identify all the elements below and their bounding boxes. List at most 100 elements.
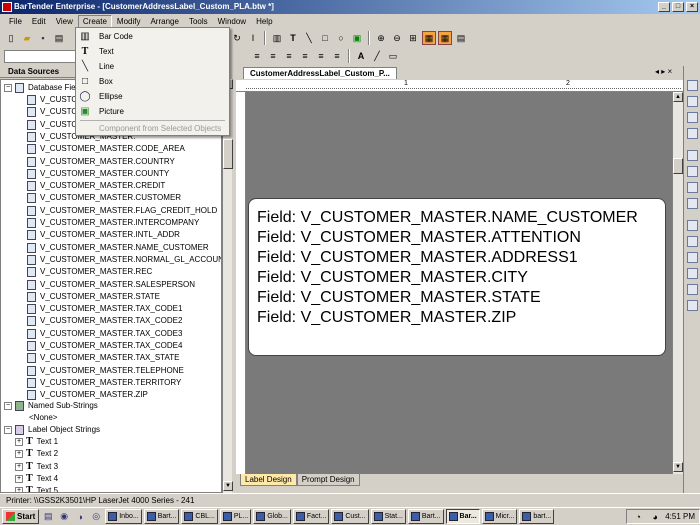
tree-text-item[interactable]: + T Text 5 bbox=[15, 485, 58, 492]
align-tool-icon[interactable] bbox=[687, 128, 698, 139]
align-tool-icon[interactable] bbox=[687, 96, 698, 107]
menu-item-picture[interactable]: ▣ Picture bbox=[76, 104, 229, 119]
menu-help[interactable]: Help bbox=[251, 15, 277, 28]
menu-tools[interactable]: Tools bbox=[184, 15, 213, 28]
tree-scrollbar[interactable]: ▲ ▼ bbox=[222, 79, 233, 493]
align-tool-icon[interactable] bbox=[687, 182, 698, 193]
align-tool-icon[interactable] bbox=[687, 284, 698, 295]
tree-database-fields[interactable]: − Database Fields bbox=[4, 82, 86, 94]
barcode-tool-icon[interactable]: ▥ bbox=[270, 31, 284, 45]
align-tool-icon[interactable] bbox=[687, 112, 698, 123]
tree-none-item[interactable]: <None> bbox=[29, 412, 57, 424]
align-tool-icon[interactable] bbox=[687, 300, 698, 311]
taskbar-button[interactable]: PL... bbox=[219, 509, 252, 524]
menu-item-ellipse[interactable]: ◯ Ellipse bbox=[76, 89, 229, 104]
menu-modify[interactable]: Modify bbox=[112, 15, 146, 28]
line-color-icon[interactable]: ╱ bbox=[370, 49, 384, 63]
expand-icon[interactable]: + bbox=[15, 462, 23, 471]
tree-field-item[interactable]: V_CUSTO bbox=[27, 94, 78, 106]
taskbar-button[interactable]: Micr... bbox=[481, 509, 518, 524]
taskbar-button[interactable]: Inbo... bbox=[105, 509, 142, 524]
collapse-icon[interactable]: − bbox=[4, 402, 12, 410]
zoom-fit-icon[interactable]: ⊞ bbox=[406, 31, 420, 45]
tree-field-item[interactable]: V_CUSTOMER_MASTER.CODE_AREA bbox=[27, 143, 185, 155]
taskbar-button[interactable]: CBL... bbox=[181, 509, 218, 524]
tree-field-item[interactable]: V_CUSTO bbox=[27, 106, 78, 118]
tree-field-item[interactable]: V_CUSTOMER_MASTER.NORMAL_GL_ACCOUNT bbox=[27, 254, 221, 266]
tree-field-item[interactable]: V_CUSTOMER_MASTER.TELEPHONE bbox=[27, 365, 184, 377]
scroll-up-icon[interactable]: ▲ bbox=[673, 92, 683, 102]
tray-icon[interactable]: ◕ bbox=[648, 510, 662, 524]
label-design-area[interactable]: Field: V_CUSTOMER_MASTER.NAME_CUSTOMER F… bbox=[248, 198, 666, 356]
menu-arrange[interactable]: Arrange bbox=[145, 15, 183, 28]
menu-item-line[interactable]: ╲ Line bbox=[76, 59, 229, 74]
close-button[interactable]: × bbox=[686, 2, 698, 12]
open-folder-icon[interactable]: ▰ bbox=[20, 31, 34, 45]
align-tool-icon[interactable] bbox=[687, 166, 698, 177]
tree-field-item[interactable]: V_CUSTOMER_MASTER.CREDIT bbox=[27, 180, 165, 192]
collapse-icon[interactable]: − bbox=[4, 426, 12, 434]
taskbar-button[interactable]: Bar... bbox=[445, 509, 480, 524]
expand-icon[interactable]: + bbox=[15, 450, 23, 459]
menu-item-box[interactable]: □ Box bbox=[76, 74, 229, 89]
ellipse-tool-icon[interactable]: ○ bbox=[334, 31, 348, 45]
align-center-icon[interactable]: ≡ bbox=[266, 49, 280, 63]
taskbar-button[interactable]: Bart... bbox=[143, 509, 180, 524]
canvas-scrollbar[interactable]: ▲ ▼ bbox=[672, 92, 683, 474]
label-field-name-customer[interactable]: Field: V_CUSTOMER_MASTER.NAME_CUSTOMER bbox=[257, 208, 638, 228]
label-field-attention[interactable]: Field: V_CUSTOMER_MASTER.ATTENTION bbox=[257, 228, 581, 248]
tree-field-item[interactable]: V_CUSTOMER_MASTER.CUSTOMER bbox=[27, 192, 181, 204]
taskbar-button[interactable]: Bart... bbox=[407, 509, 444, 524]
tree-field-item[interactable]: V_CUSTOMER_MASTER.STATE bbox=[27, 291, 160, 303]
tree-field-item[interactable]: V_CUSTOMER_MASTER.TAX_CODE3 bbox=[27, 328, 182, 340]
tree-named-substrings[interactable]: − Named Sub-Strings bbox=[4, 400, 98, 412]
cursor-icon[interactable]: I bbox=[246, 31, 260, 45]
tree-label-object-strings[interactable]: − Label Object Strings bbox=[4, 424, 100, 436]
label-field-city[interactable]: Field: V_CUSTOMER_MASTER.CITY bbox=[257, 268, 528, 288]
tree-text-item[interactable]: + T Text 2 bbox=[15, 448, 58, 460]
tab-nav-icons[interactable]: ◂ ▸ × bbox=[655, 67, 672, 76]
scroll-down-icon[interactable]: ▼ bbox=[223, 481, 233, 491]
align-top-icon[interactable]: ≡ bbox=[314, 49, 328, 63]
menu-file[interactable]: File bbox=[4, 15, 27, 28]
label-field-address1[interactable]: Field: V_CUSTOMER_MASTER.ADDRESS1 bbox=[257, 248, 578, 268]
zoom-out-icon[interactable]: ⊖ bbox=[390, 31, 404, 45]
align-tool-icon[interactable] bbox=[687, 150, 698, 161]
tree-field-item[interactable]: V_CUSTOMER_MASTER.FLAG_CREDIT_HOLD bbox=[27, 205, 217, 217]
tree-field-item[interactable]: V_CUSTOMER_MASTER.NAME_CUSTOMER bbox=[27, 242, 209, 254]
printer-tool-icon[interactable]: ▤ bbox=[454, 31, 468, 45]
tree-field-item[interactable]: V_CUSTOMER_MASTER.TAX_CODE1 bbox=[27, 303, 182, 315]
tree-text-item[interactable]: + T Text 1 bbox=[15, 436, 58, 448]
align-tool-icon[interactable] bbox=[687, 80, 698, 91]
tab-label-design[interactable]: Label Design bbox=[240, 474, 297, 486]
quicklaunch-icon[interactable]: ◑ bbox=[73, 510, 87, 524]
tree-field-item[interactable]: V_CUSTOMER_MASTER.TAX_CODE4 bbox=[27, 340, 182, 352]
print-icon[interactable]: ▤ bbox=[52, 31, 66, 45]
align-tool-icon[interactable] bbox=[687, 268, 698, 279]
menu-edit[interactable]: Edit bbox=[27, 15, 51, 28]
font-color-icon[interactable]: A bbox=[354, 49, 368, 63]
scroll-thumb[interactable] bbox=[223, 139, 233, 169]
taskbar-button[interactable]: Stat... bbox=[370, 509, 406, 524]
menu-window[interactable]: Window bbox=[213, 15, 251, 28]
quicklaunch-icon[interactable]: ◎ bbox=[89, 510, 103, 524]
tray-icon[interactable]: ◔ bbox=[631, 510, 645, 524]
zoom-in-icon[interactable]: ⊕ bbox=[374, 31, 388, 45]
align-middle-icon[interactable]: ≡ bbox=[330, 49, 344, 63]
expand-icon[interactable]: + bbox=[15, 474, 23, 483]
menu-item-barcode[interactable]: ▥ Bar Code bbox=[76, 29, 229, 44]
align-left-icon[interactable]: ≡ bbox=[250, 49, 264, 63]
align-tool-icon[interactable] bbox=[687, 252, 698, 263]
tree-field-item[interactable]: V_CUSTO bbox=[27, 119, 78, 131]
taskbar-button[interactable]: bart... bbox=[519, 509, 555, 524]
align-right-icon[interactable]: ≡ bbox=[282, 49, 296, 63]
label-field-state[interactable]: Field: V_CUSTOMER_MASTER.STATE bbox=[257, 288, 541, 308]
tree-field-item[interactable]: V_CUSTOMER_MASTER.INTERCOMPANY bbox=[27, 217, 199, 229]
align-tool-icon[interactable] bbox=[687, 236, 698, 247]
rotate-icon[interactable]: ↻ bbox=[230, 31, 244, 45]
tree-field-item[interactable]: V_CUSTOMER_MASTER.SALESPERSON bbox=[27, 279, 195, 291]
label-field-zip[interactable]: Field: V_CUSTOMER_MASTER.ZIP bbox=[257, 308, 516, 328]
menu-create[interactable]: Create bbox=[77, 14, 112, 28]
tab-prompt-design[interactable]: Prompt Design bbox=[296, 474, 360, 486]
tree-field-item[interactable]: V_CUSTOMER_MASTER.REC bbox=[27, 266, 152, 278]
